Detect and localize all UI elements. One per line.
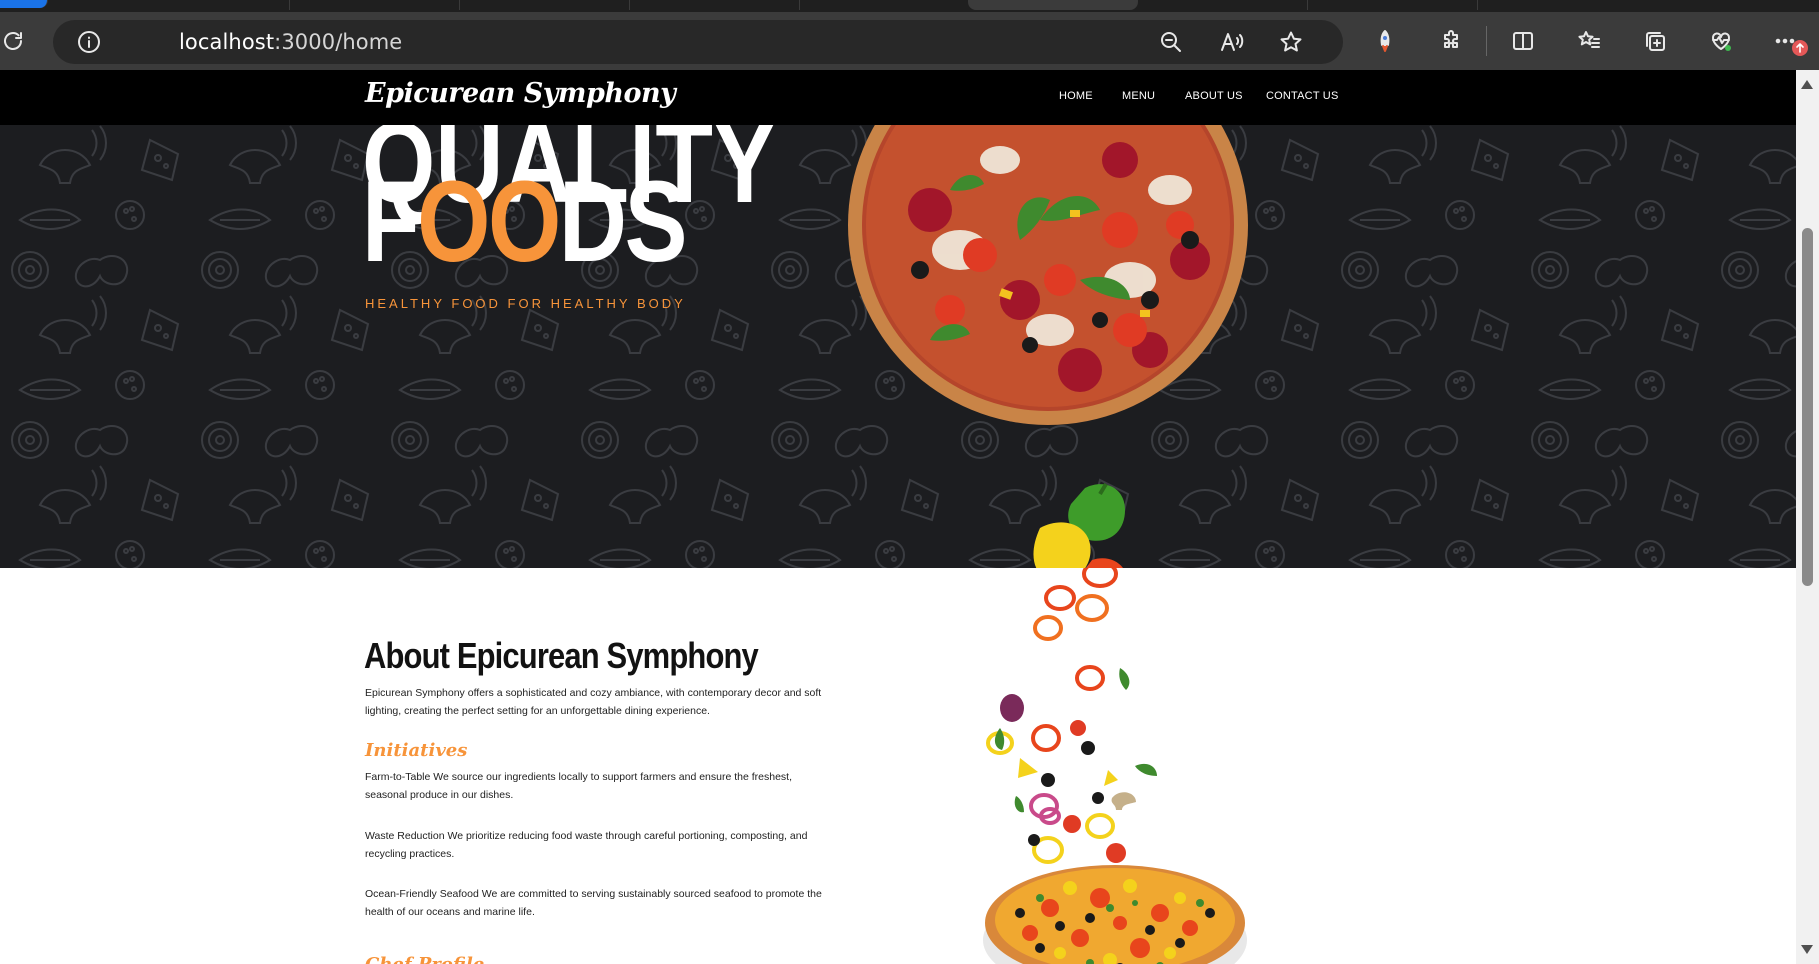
browser-tab[interactable] bbox=[1138, 0, 1308, 10]
browser-health-icon[interactable] bbox=[1708, 28, 1734, 54]
browser-tab[interactable] bbox=[120, 0, 290, 10]
url-text[interactable]: localhost:3000/home bbox=[179, 30, 402, 54]
url-path: :3000/home bbox=[274, 30, 403, 54]
read-aloud-icon[interactable] bbox=[1219, 30, 1245, 54]
page-viewport: QUALITY FOODS HEALTHY FOOD FOR HEALTHY B… bbox=[0, 70, 1796, 964]
initiative-item: Ocean-Friendly Seafood We are committed … bbox=[365, 888, 822, 918]
browser-tab[interactable] bbox=[460, 0, 630, 10]
hero-title-end: DS bbox=[558, 158, 688, 286]
navbar: Epicurean Symphony HOME MENU ABOUT US CO… bbox=[0, 70, 1796, 125]
browser-tab[interactable] bbox=[290, 0, 460, 10]
scroll-up-arrow[interactable] bbox=[1801, 80, 1813, 89]
extensions-puzzle-icon[interactable] bbox=[1438, 28, 1464, 54]
update-badge-icon[interactable] bbox=[1791, 39, 1809, 57]
toolbar-divider bbox=[1486, 26, 1487, 56]
tab-strip bbox=[0, 0, 1819, 12]
about-description: Epicurean Symphony offers a sophisticate… bbox=[365, 687, 822, 717]
site-info-icon[interactable] bbox=[77, 30, 101, 54]
browser-tab-active[interactable] bbox=[0, 0, 48, 8]
zoom-out-icon[interactable] bbox=[1159, 30, 1183, 54]
page-scrollbar[interactable] bbox=[1796, 70, 1819, 964]
initiatives-heading: Initiatives bbox=[365, 740, 468, 761]
hero-section: QUALITY FOODS HEALTHY FOOD FOR HEALTHY B… bbox=[0, 70, 1796, 568]
food-pattern-background bbox=[0, 70, 1796, 568]
hero-title-start: F bbox=[362, 158, 420, 286]
initiative-item: Farm-to-Table We source our ingredients … bbox=[365, 771, 793, 801]
hero-title: FOODS bbox=[362, 165, 687, 280]
url-host: localhost bbox=[179, 30, 275, 54]
brand-logo[interactable]: Epicurean Symphony bbox=[365, 78, 676, 109]
nav-link-home[interactable]: HOME bbox=[1059, 90, 1093, 102]
nav-link-about[interactable]: ABOUT US bbox=[1185, 90, 1243, 102]
initiative-item: Waste Reduction We prioritize reducing f… bbox=[365, 830, 808, 860]
browser-tab-selected[interactable] bbox=[968, 0, 1138, 10]
pizza-bottom-image bbox=[983, 865, 1247, 964]
browser-tab[interactable] bbox=[1308, 0, 1478, 10]
browser-toolbar: localhost:3000/home bbox=[0, 12, 1819, 70]
nav-link-contact[interactable]: CONTACT US bbox=[1266, 90, 1339, 102]
scroll-down-arrow[interactable] bbox=[1801, 945, 1813, 954]
favorite-star-icon[interactable] bbox=[1279, 30, 1303, 54]
scroll-thumb[interactable] bbox=[1802, 228, 1813, 586]
hero-title-accent: OO bbox=[417, 158, 561, 286]
address-bar[interactable]: localhost:3000/home bbox=[53, 20, 1343, 64]
split-screen-icon[interactable] bbox=[1510, 28, 1536, 54]
extension-rocket-icon[interactable] bbox=[1375, 28, 1395, 54]
favorites-list-icon[interactable] bbox=[1576, 28, 1602, 54]
falling-ingredients-image bbox=[983, 568, 1247, 964]
about-title: About Epicurean Symphony bbox=[364, 635, 759, 676]
nav-link-menu[interactable]: MENU bbox=[1122, 90, 1155, 102]
collections-icon[interactable] bbox=[1642, 28, 1668, 54]
refresh-icon[interactable] bbox=[0, 28, 26, 54]
browser-tab[interactable] bbox=[630, 0, 800, 10]
hero-tagline: HEALTHY FOOD FOR HEALTHY BODY bbox=[365, 296, 686, 311]
next-section-heading: Chef Profile bbox=[365, 954, 484, 964]
